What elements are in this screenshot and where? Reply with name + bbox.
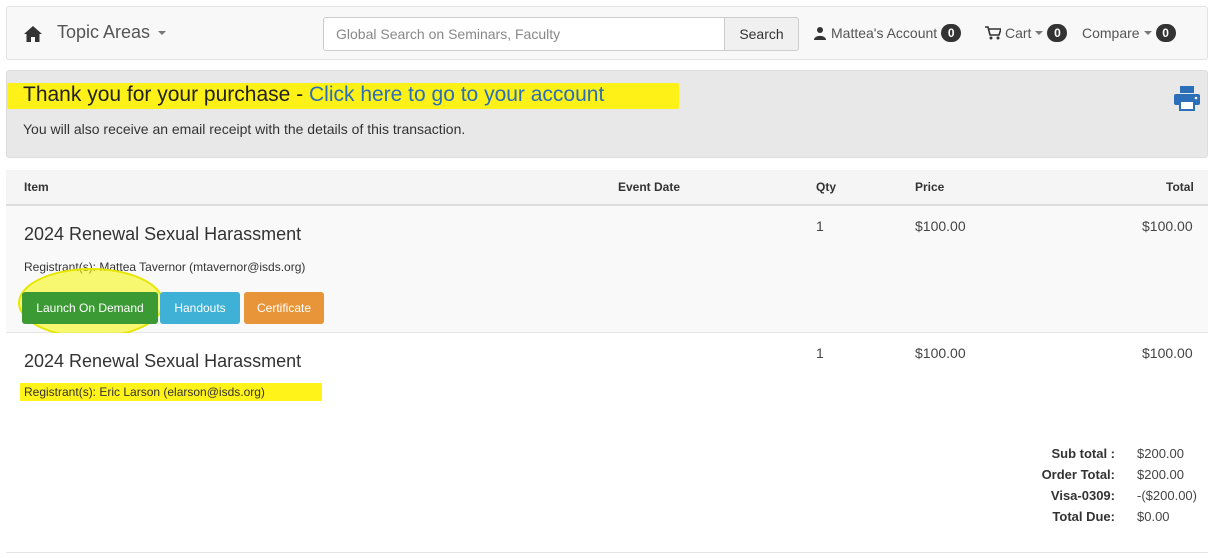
handouts-button[interactable]: Handouts bbox=[160, 292, 240, 324]
total-due-label: Total Due: bbox=[1052, 509, 1115, 524]
chevron-down-icon bbox=[1143, 31, 1152, 35]
header-event-date: Event Date bbox=[618, 180, 681, 194]
user-icon bbox=[814, 27, 826, 40]
item-qty: 1 bbox=[816, 218, 824, 234]
topic-areas-dropdown[interactable]: Topic Areas bbox=[57, 22, 167, 43]
subtotal-label: Sub total : bbox=[1051, 446, 1115, 461]
item-total: $100.00 bbox=[1142, 345, 1193, 361]
registrant-text: Registrant(s): Eric Larson (elarson@isds… bbox=[24, 385, 265, 399]
table-row: 2024 Renewal Sexual Harassment Registran… bbox=[6, 206, 1208, 338]
global-search-input[interactable] bbox=[323, 17, 725, 51]
topic-areas-label: Topic Areas bbox=[57, 22, 151, 42]
home-icon[interactable] bbox=[23, 24, 43, 44]
payment-value: -($200.00) bbox=[1137, 488, 1197, 503]
launch-on-demand-button[interactable]: Launch On Demand bbox=[22, 292, 158, 324]
header-qty: Qty bbox=[816, 180, 837, 194]
account-menu[interactable]: Mattea's Account 0 bbox=[813, 24, 962, 42]
item-title: 2024 Renewal Sexual Harassment bbox=[24, 224, 302, 244]
compare-badge: 0 bbox=[1155, 24, 1176, 42]
go-to-account-link[interactable]: Click here to go to your account bbox=[309, 83, 604, 106]
cart-badge: 0 bbox=[1047, 24, 1068, 42]
header-price: Price bbox=[915, 180, 945, 194]
email-receipt-note: You will also receive an email receipt w… bbox=[23, 121, 466, 137]
purchase-confirmation-alert: Thank you for your purchase - Click here… bbox=[6, 70, 1208, 158]
header-total: Total bbox=[1166, 180, 1194, 194]
payment-label: Visa-0309: bbox=[1050, 488, 1115, 503]
account-badge: 0 bbox=[941, 24, 962, 42]
table-row: 2024 Renewal Sexual Harassment Registran… bbox=[6, 333, 1208, 423]
header-item: Item bbox=[24, 180, 49, 194]
cart-menu[interactable]: Cart 0 bbox=[985, 24, 1068, 42]
item-price: $100.00 bbox=[915, 345, 966, 361]
chevron-down-icon bbox=[158, 30, 167, 35]
total-due-value: $0.00 bbox=[1137, 509, 1170, 524]
compare-menu[interactable]: Compare 0 bbox=[1082, 24, 1176, 42]
order-table-header: Item Event Date Qty Price Total bbox=[6, 170, 1208, 206]
cart-icon bbox=[985, 26, 1001, 40]
account-label: Mattea's Account bbox=[831, 25, 938, 41]
print-icon[interactable] bbox=[1173, 85, 1201, 111]
item-qty: 1 bbox=[816, 345, 824, 361]
cart-label: Cart bbox=[1005, 25, 1032, 41]
top-navbar: Topic Areas Search Mattea's Account 0 Ca… bbox=[6, 6, 1208, 60]
order-total-label: Order Total: bbox=[1041, 467, 1115, 482]
thank-you-text: Thank you for your purchase - bbox=[23, 83, 309, 106]
certificate-button[interactable]: Certificate bbox=[244, 292, 324, 324]
search-button[interactable]: Search bbox=[724, 17, 799, 51]
item-price: $100.00 bbox=[915, 218, 966, 234]
item-title: 2024 Renewal Sexual Harassment bbox=[24, 351, 302, 371]
subtotal-value: $200.00 bbox=[1137, 446, 1184, 461]
item-total: $100.00 bbox=[1142, 218, 1193, 234]
order-total-value: $200.00 bbox=[1137, 467, 1184, 482]
divider bbox=[6, 552, 1208, 553]
compare-label: Compare bbox=[1082, 25, 1140, 41]
thank-you-title: Thank you for your purchase - Click here… bbox=[23, 83, 604, 107]
chevron-down-icon bbox=[1035, 31, 1044, 35]
